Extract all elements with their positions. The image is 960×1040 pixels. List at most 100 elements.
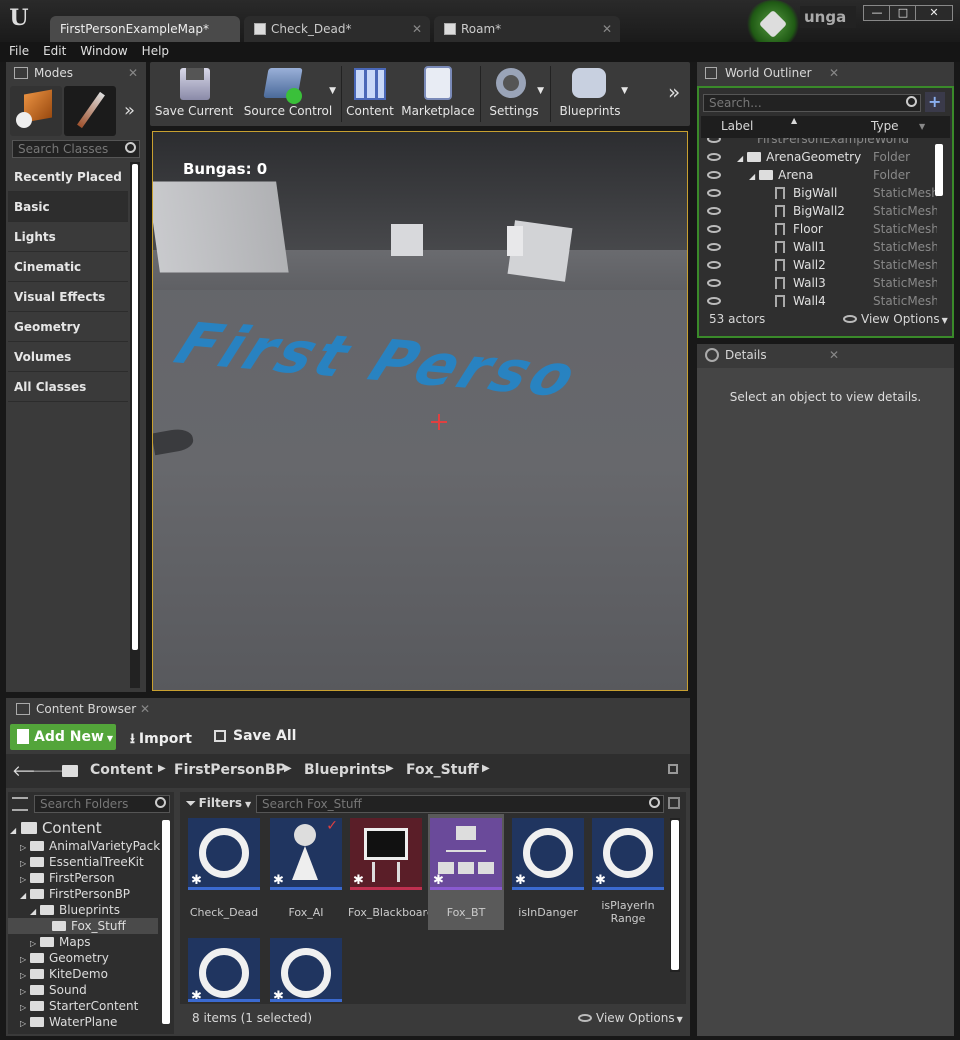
tree-item[interactable]: ▷ StarterContent xyxy=(8,998,158,1014)
breadcrumb-blueprints[interactable]: Blueprints xyxy=(304,762,386,778)
tree-item[interactable]: ▷ KiteDemo xyxy=(8,966,158,982)
tree-item[interactable]: ▷ EssentialTreeKit xyxy=(8,854,158,870)
minimize-button[interactable]: — xyxy=(863,5,891,21)
asset-tile[interactable]: ✓ ✱ Fox_AI xyxy=(268,818,344,919)
visibility-icon[interactable] xyxy=(707,207,721,215)
paint-mode-button[interactable] xyxy=(64,86,116,136)
tree-item[interactable]: ▷ FirstPerson xyxy=(8,870,158,886)
tab-map[interactable]: FirstPersonExampleMap* xyxy=(50,16,240,42)
lock-icon[interactable] xyxy=(668,764,678,774)
visibility-icon[interactable] xyxy=(707,153,721,161)
asset-tile[interactable]: ✱ Fox_Blackboard xyxy=(348,818,434,919)
asset-view-options[interactable]: View Options ▼ xyxy=(578,1011,683,1025)
close-icon[interactable]: ✕ xyxy=(412,16,422,42)
dropdown-arrow-icon[interactable]: ▼ xyxy=(919,122,925,131)
source-control-status-icon[interactable] xyxy=(746,0,800,48)
tab-roam[interactable]: Roam* ✕ xyxy=(434,16,620,42)
tree-item[interactable]: ▷ Maps xyxy=(8,934,158,950)
list-item[interactable]: BigWall2 StaticMesh. xyxy=(701,202,937,220)
close-window-button[interactable]: ✕ xyxy=(915,5,953,21)
save-all-button[interactable]: Save All xyxy=(214,728,296,744)
create-folder-button[interactable]: + xyxy=(925,92,945,112)
content-browser-tab[interactable]: Content Browser ✕ xyxy=(6,698,158,720)
search-classes-input[interactable]: Search Classes xyxy=(12,140,140,158)
category-basic[interactable]: Basic xyxy=(8,192,128,222)
tree-item-selected[interactable]: Fox_Stuff xyxy=(8,918,158,934)
breadcrumb-arrow-icon[interactable]: ▶ xyxy=(284,763,292,774)
tree-item[interactable]: ▷ WaterPlane xyxy=(8,1014,158,1030)
search-assets-input[interactable]: Search Fox_Stuff xyxy=(256,795,664,813)
visibility-icon[interactable] xyxy=(707,297,721,305)
asset-tile[interactable]: ✱ xyxy=(186,938,262,1002)
tree-item[interactable]: ◢ FirstPersonBP xyxy=(8,886,158,902)
category-geometry[interactable]: Geometry xyxy=(8,312,128,342)
filters-button[interactable]: ⏷ Filters ▼ xyxy=(186,796,251,811)
list-item[interactable]: ◢ Arena Folder xyxy=(701,166,937,184)
menu-help[interactable]: Help xyxy=(135,42,176,61)
menu-file[interactable]: File xyxy=(2,42,36,61)
visibility-icon[interactable] xyxy=(707,261,721,269)
visibility-icon[interactable] xyxy=(707,243,721,251)
asset-tile[interactable]: ✱ isInDanger xyxy=(510,818,586,919)
visibility-icon[interactable] xyxy=(707,279,721,287)
list-item[interactable]: Wall3 StaticMesh. xyxy=(701,274,937,292)
add-new-button[interactable]: Add New ▼ xyxy=(10,724,116,750)
list-item[interactable]: Wall2 StaticMesh. xyxy=(701,256,937,274)
visibility-icon[interactable] xyxy=(707,138,721,143)
visibility-icon[interactable] xyxy=(707,189,721,197)
details-tab[interactable]: Details ✕ xyxy=(697,344,847,366)
asset-tile[interactable]: ✱ isPlayerIn Range xyxy=(590,818,666,925)
tree-scrollbar[interactable] xyxy=(162,820,170,1024)
place-mode-button[interactable] xyxy=(10,86,62,136)
marketplace-button[interactable]: Marketplace xyxy=(400,62,476,122)
dropdown-arrow-icon[interactable]: ▼ xyxy=(621,86,628,96)
list-item[interactable]: ◢ ArenaGeometry Folder xyxy=(701,148,937,166)
maximize-button[interactable]: □ xyxy=(889,5,917,21)
settings-button[interactable]: ▼ Settings xyxy=(482,62,546,122)
content-button[interactable]: Content xyxy=(342,62,398,122)
column-type[interactable]: Type xyxy=(871,119,899,133)
source-control-button[interactable]: ▼ Source Control xyxy=(236,62,340,122)
asset-tile[interactable]: ✱ Check_Dead xyxy=(186,818,262,919)
outliner-search-input[interactable]: Search... xyxy=(703,94,921,112)
list-item[interactable]: Wall1 StaticMesh. xyxy=(701,238,937,256)
tab-check-dead[interactable]: Check_Dead* ✕ xyxy=(244,16,430,42)
menu-window[interactable]: Window xyxy=(73,42,134,61)
asset-tile-selected[interactable]: ✱ Fox_BT xyxy=(428,814,504,930)
category-all-classes[interactable]: All Classes xyxy=(8,372,128,402)
breadcrumb-firstpersonbp[interactable]: FirstPersonBP xyxy=(174,762,286,778)
more-toolbar-icon[interactable]: » xyxy=(668,80,680,104)
breadcrumb-arrow-icon[interactable]: ▶ xyxy=(482,763,490,774)
close-icon[interactable]: ✕ xyxy=(128,62,138,84)
tree-item[interactable]: ◢ Blueprints xyxy=(8,902,158,918)
outliner-scrollbar[interactable] xyxy=(935,144,943,196)
asset-scrollbar[interactable] xyxy=(670,818,680,972)
dropdown-arrow-icon[interactable]: ▼ xyxy=(537,86,544,96)
viewport[interactable]: Bungas: 0 First Perso xyxy=(152,131,688,691)
import-button[interactable]: ⭳ Import xyxy=(130,728,192,752)
asset-tile[interactable]: ✱ xyxy=(268,938,344,1002)
visibility-icon[interactable] xyxy=(707,171,721,179)
breadcrumb-fox-stuff[interactable]: Fox_Stuff xyxy=(406,762,479,778)
category-cinematic[interactable]: Cinematic xyxy=(8,252,128,282)
dropdown-arrow-icon[interactable]: ▼ xyxy=(329,86,336,96)
close-icon[interactable]: ✕ xyxy=(829,62,839,84)
expand-arrow-icon[interactable]: ◢ xyxy=(737,154,743,163)
menu-edit[interactable]: Edit xyxy=(36,42,73,61)
list-item[interactable]: FirstPersonExampleWorld xyxy=(701,138,937,148)
category-visual-effects[interactable]: Visual Effects xyxy=(8,282,128,312)
close-icon[interactable]: ✕ xyxy=(829,344,839,366)
blueprints-button[interactable]: ▼ Blueprints xyxy=(552,62,628,122)
modes-scrollbar[interactable] xyxy=(130,162,140,688)
save-current-button[interactable]: Save Current xyxy=(154,62,234,122)
outliner-tab[interactable]: World Outliner ✕ xyxy=(697,62,847,84)
column-label[interactable]: Label xyxy=(721,119,753,133)
list-item[interactable]: Wall4 StaticMesh. xyxy=(701,292,937,310)
list-item[interactable]: Floor StaticMesh. xyxy=(701,220,937,238)
list-item[interactable]: BigWall StaticMesh. xyxy=(701,184,937,202)
category-recently-placed[interactable]: Recently Placed xyxy=(8,162,128,192)
tree-item[interactable]: ▷ Sound xyxy=(8,982,158,998)
expand-arrow-icon[interactable]: ◢ xyxy=(749,172,755,181)
search-folders-input[interactable]: Search Folders xyxy=(34,795,170,813)
scrollbar-thumb[interactable] xyxy=(132,164,138,650)
